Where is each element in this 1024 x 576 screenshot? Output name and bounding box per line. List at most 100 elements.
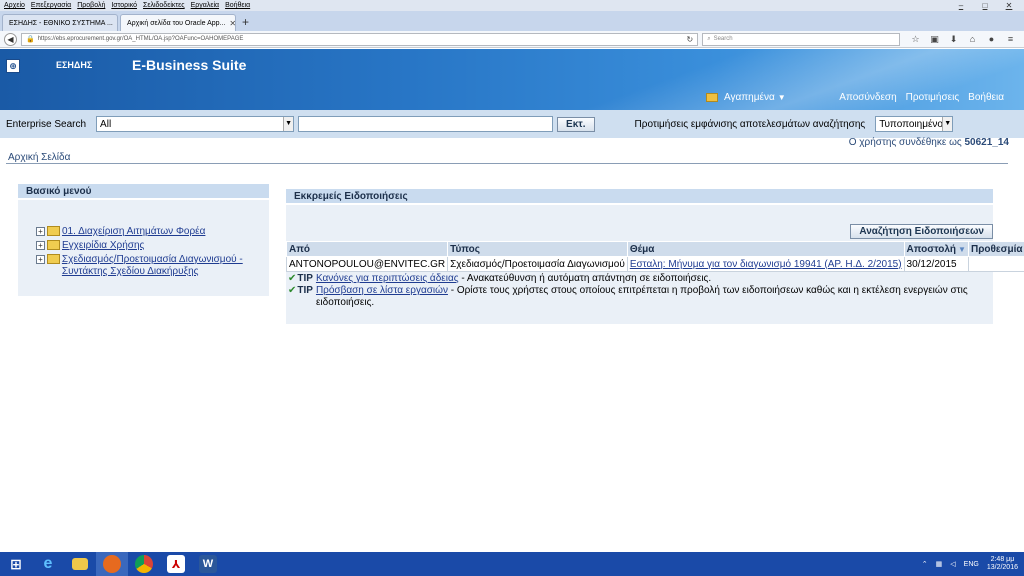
- search-notifications-button[interactable]: Αναζήτηση Ειδοποιήσεων: [850, 224, 993, 239]
- table-header-row: Από Τύπος Θέμα Αποστολή ▼ Προθεσμία: [285, 241, 1024, 257]
- tip-item: ✔ TIP Πρόσβαση σε λίστα εργασιών - Ορίστ…: [288, 285, 978, 309]
- url-text: https://ebs.eprocurement.gov.gr/OA_HTML/…: [37, 36, 244, 42]
- search-go-button[interactable]: Εκτ.: [557, 116, 595, 132]
- bookmarks-list-icon[interactable]: ▣: [925, 34, 944, 45]
- taskbar-word[interactable]: W: [192, 552, 224, 576]
- search-scope-value: All: [100, 118, 112, 130]
- help-link[interactable]: Βοήθεια: [968, 92, 1004, 103]
- tip-label: TIP: [297, 285, 313, 296]
- menu-bookmarks[interactable]: Σελιδοδείκτες: [143, 2, 185, 9]
- menu-edit[interactable]: Επεξεργασία: [31, 2, 71, 9]
- menu-item-tender-design[interactable]: Σχεδιασμός/Προετοιμασία Διαγωνισμού - Συ…: [62, 254, 269, 278]
- minimize-icon[interactable]: –: [952, 0, 970, 11]
- search-query-input[interactable]: [298, 116, 554, 132]
- search-placeholder: Search: [713, 36, 733, 42]
- tip-item: ✔ TIP Κανόνες για περιπτώσεις άδειας - Α…: [288, 273, 978, 285]
- menu-view[interactable]: Προβολή: [77, 2, 105, 9]
- volume-icon[interactable]: ◁: [950, 560, 955, 568]
- hamburger-menu-icon[interactable]: ≡: [1001, 34, 1020, 45]
- firefox-icon: [103, 555, 121, 573]
- file-explorer-icon: [72, 558, 88, 570]
- clock-date: 13/2/2016: [986, 564, 1018, 571]
- clock[interactable]: 2:48 μμ 13/2/2016: [987, 556, 1018, 572]
- favorites-label: Αγαπημένα: [724, 92, 775, 103]
- maximize-icon[interactable]: □: [976, 0, 994, 11]
- cell-type: Σχεδιασμός/Προετοιμασία Διαγωνισμού: [447, 256, 628, 272]
- search-prefs-select[interactable]: Τυποποιημένο ▼: [875, 116, 954, 132]
- search-scope-select[interactable]: All ▼: [96, 116, 295, 132]
- home-icon[interactable]: ⌂: [963, 34, 982, 45]
- logo-text: ΕΣΗΔΗΣ: [56, 60, 93, 70]
- search-prefs-label: Προτιμήσεις εμφάνισης αποτελεσμάτων αναζ…: [634, 118, 866, 130]
- notification-subject-link[interactable]: Εσταλη: Μήνυμα για τον διαγωνισμό 19941 …: [630, 259, 902, 270]
- tip-vacation-rules-link[interactable]: Κανόνες για περιπτώσεις άδειας: [316, 273, 459, 284]
- expand-icon[interactable]: +: [36, 255, 45, 264]
- taskbar-firefox[interactable]: [96, 552, 128, 576]
- chevron-down-icon: ▼: [777, 93, 786, 102]
- close-tab-icon[interactable]: ✕: [117, 19, 118, 28]
- address-bar[interactable]: 🔒 https://ebs.eprocurement.gov.gr/OA_HTM…: [20, 32, 699, 46]
- menu-help[interactable]: Βοήθεια: [225, 2, 250, 9]
- window-controls: – □ ✕: [952, 0, 1024, 11]
- close-tab-icon[interactable]: ✕: [229, 19, 235, 28]
- col-subject[interactable]: Θέμα: [626, 241, 905, 257]
- username: 50621_14: [964, 137, 1010, 148]
- browser-search-input[interactable]: ⌕ Search: [702, 32, 900, 46]
- expand-icon[interactable]: +: [36, 227, 45, 236]
- logout-link[interactable]: Αποσύνδεση: [839, 92, 896, 103]
- tab-label: ΕΣΗΔΗΣ - ΕΘΝΙΚΟ ΣΥΣΤΗΜΑ ...: [9, 19, 113, 27]
- cell-sent: 30/12/2015: [903, 256, 969, 272]
- taskbar-acrobat[interactable]: ⅄: [160, 552, 192, 576]
- favorites-folder-icon: [706, 93, 718, 102]
- folder-icon: [46, 254, 60, 264]
- start-button[interactable]: ⊞: [0, 552, 32, 576]
- tab-oracle-home[interactable]: Αρχική σελίδα του Oracle App... ✕: [120, 14, 236, 31]
- table-row: ANTONOPOULOU@ENVITEC.GR Σχεδιασμός/Προετ…: [285, 256, 1024, 272]
- notifications-title: Εκκρεμείς Ειδοποιήσεις: [286, 189, 993, 205]
- tray-up-icon[interactable]: ⌃: [922, 560, 928, 568]
- col-type[interactable]: Τύπος: [447, 241, 628, 257]
- tip-text: - Ανακατεύθυνση ή αυτόματη απάντηση σε ε…: [458, 273, 712, 284]
- main-menu-panel: Βασικό μενού + 01. Διαχείριση Αιτημάτων …: [18, 184, 269, 296]
- expand-icon[interactable]: +: [36, 241, 45, 250]
- search-icon: ⌕: [707, 35, 711, 42]
- main-menu-tree: + 01. Διαχείριση Αιτημάτων Φορέα + Εγχει…: [18, 200, 269, 278]
- menu-tools[interactable]: Εργαλεία: [191, 2, 219, 9]
- new-tab-icon[interactable]: +: [242, 14, 249, 31]
- windows-taskbar: ⊞ e ⅄ W ⌃ ▦ ◁ ENG 2:48 μμ 13/2/2016: [0, 552, 1024, 576]
- internet-explorer-icon: e: [43, 555, 53, 572]
- col-sent-label: Αποστολή: [906, 243, 957, 255]
- reload-icon[interactable]: ↻: [687, 35, 694, 44]
- download-icon[interactable]: ⬇: [944, 34, 963, 45]
- checkmark-icon: ✔: [288, 285, 297, 296]
- notifications-table: Από Τύπος Θέμα Αποστολή ▼ Προθεσμία ANTON…: [285, 241, 1024, 272]
- taskbar-chrome[interactable]: [128, 552, 160, 576]
- col-from[interactable]: Από: [285, 241, 449, 257]
- bookmark-star-icon[interactable]: ☆: [906, 34, 925, 45]
- title-divider: [6, 163, 1008, 164]
- taskbar-ie[interactable]: e: [32, 552, 64, 576]
- network-icon[interactable]: ▦: [936, 560, 943, 568]
- page-title: Αρχική Σελίδα: [8, 152, 71, 163]
- taskbar-explorer[interactable]: [64, 552, 96, 576]
- preferences-link[interactable]: Προτιμήσεις: [906, 92, 960, 103]
- word-icon: W: [199, 555, 217, 573]
- favorites-menu[interactable]: Αγαπημένα ▼: [706, 92, 786, 103]
- chat-icon[interactable]: ●: [982, 34, 1001, 45]
- chevron-down-icon: ▼: [942, 117, 953, 131]
- tree-item: + Σχεδιασμός/Προετοιμασία Διαγωνισμού - …: [36, 254, 269, 278]
- close-window-icon[interactable]: ✕: [1000, 0, 1018, 11]
- menu-item-manuals[interactable]: Εγχειρίδια Χρήσης: [62, 240, 144, 252]
- lock-icon: 🔒: [25, 36, 35, 43]
- tree-item: + 01. Διαχείριση Αιτημάτων Φορέα: [36, 226, 269, 238]
- menu-item-requests[interactable]: 01. Διαχείριση Αιτημάτων Φορέα: [62, 226, 205, 238]
- tab-esidis[interactable]: ΕΣΗΔΗΣ - ΕΘΝΙΚΟ ΣΥΣΤΗΜΑ ... ✕: [2, 14, 118, 31]
- language-indicator[interactable]: ENG: [964, 561, 979, 568]
- tip-worklist-access-link[interactable]: Πρόσβαση σε λίστα εργασιών: [316, 285, 448, 296]
- esidis-logo-icon: ⊕: [6, 59, 20, 73]
- back-icon[interactable]: ◀: [4, 32, 17, 46]
- col-due[interactable]: Προθεσμία: [967, 241, 1024, 257]
- menu-file[interactable]: Αρχείο: [4, 2, 25, 9]
- col-sent[interactable]: Αποστολή ▼: [903, 241, 969, 257]
- menu-history[interactable]: Ιστορικό: [111, 2, 137, 9]
